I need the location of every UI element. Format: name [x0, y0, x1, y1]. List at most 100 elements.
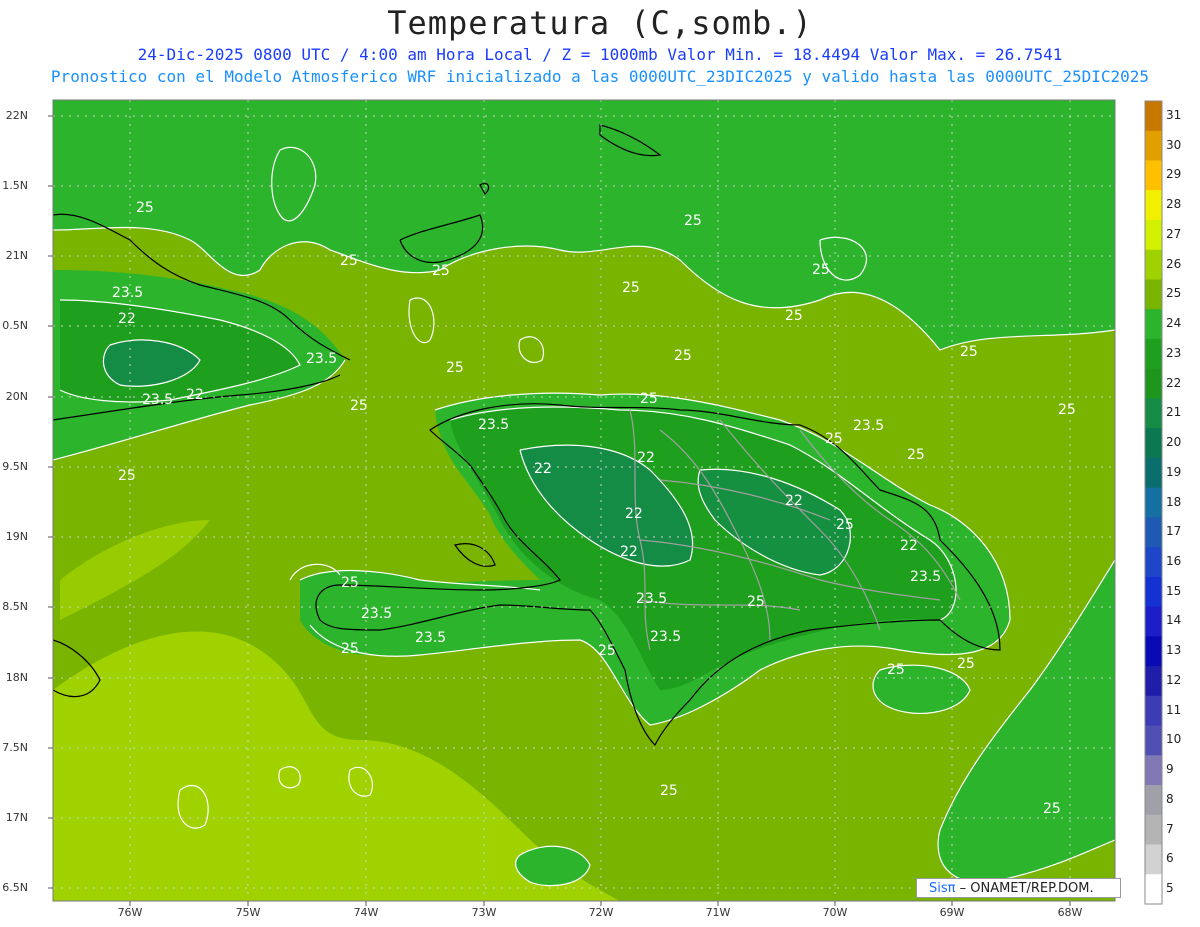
colorbar-swatch	[1145, 695, 1162, 727]
contour-label: 23.5	[415, 630, 446, 646]
contour-label: 22	[637, 450, 655, 466]
lat-label: 0.5N	[2, 319, 28, 332]
colorbar-label: 13	[1166, 643, 1182, 658]
lon-label: 70W	[822, 906, 848, 919]
lon-label: 72W	[588, 906, 614, 919]
contour-label: 23.5	[478, 417, 509, 433]
colorbar-label: 18	[1166, 494, 1182, 509]
colorbar-swatch	[1145, 160, 1162, 191]
lon-label: 76W	[117, 906, 143, 919]
colorbar-swatch	[1145, 666, 1162, 697]
lat-label: 9.5N	[2, 460, 28, 473]
colorbar-swatch	[1145, 190, 1162, 221]
lon-label: 71W	[705, 906, 731, 919]
contour-label: 22	[186, 387, 204, 403]
contour-label: 25	[1043, 801, 1061, 817]
contour-label: 23.5	[142, 392, 173, 408]
colorbar-swatch	[1145, 814, 1162, 846]
contour-label: 22	[118, 311, 136, 327]
colorbar-swatch	[1145, 606, 1162, 637]
contour-label: 25	[812, 262, 830, 278]
contour-label: 25	[684, 213, 702, 229]
credit-logo: Sisπ	[929, 881, 956, 896]
lat-label: 20N	[5, 390, 28, 403]
colorbar-label: 25	[1166, 286, 1182, 301]
lat-label: 1.5N	[2, 179, 28, 192]
colorbar-swatch	[1145, 219, 1162, 251]
colorbar-swatch	[1145, 785, 1162, 816]
colorbar-swatch	[1145, 398, 1162, 429]
colorbar-label: 16	[1166, 553, 1182, 568]
contour-label: 23.5	[306, 351, 337, 367]
contour-label: 25	[674, 348, 692, 364]
colorbar-label: 30	[1166, 137, 1182, 152]
lat-label: 19N	[5, 530, 28, 543]
lat-label: 18N	[5, 671, 28, 684]
colorbar-swatch	[1145, 636, 1162, 667]
lat-label: 7.5N	[2, 741, 28, 754]
lon-label: 73W	[471, 906, 497, 919]
contour-label: 25	[432, 263, 450, 279]
colorbar-label: 14	[1166, 613, 1182, 628]
colorbar-label: 7	[1166, 821, 1174, 836]
contour-label: 25	[836, 517, 854, 533]
contour-label: 25	[340, 253, 358, 269]
colorbar-label: 31	[1166, 107, 1182, 122]
colorbar-label: 15	[1166, 583, 1182, 598]
lat-label: 21N	[5, 249, 28, 262]
contour-label: 25	[640, 391, 658, 407]
contour-label: 23.5	[636, 591, 667, 607]
colorbar-label: 23	[1166, 345, 1182, 360]
contour-label: 25	[622, 280, 640, 296]
colorbar-label: 24	[1166, 316, 1182, 331]
colorbar-label: 20	[1166, 435, 1182, 450]
lon-label: 75W	[235, 906, 261, 919]
colorbar-swatch	[1145, 368, 1162, 399]
temperature-map: 252525252523.522252523.52223.52525 252525…	[48, 99, 1163, 906]
colorbar-label: 6	[1166, 851, 1174, 866]
colorbar-label: 9	[1166, 762, 1174, 777]
colorbar-swatch	[1145, 576, 1162, 608]
contour-label: 25	[957, 656, 975, 672]
colorbar-label: 5	[1166, 881, 1174, 896]
colorbar-label: 19	[1166, 464, 1182, 479]
contour-label: 22	[900, 538, 918, 554]
contour-label: 22	[625, 506, 643, 522]
map-field: 252525252523.522252523.52223.52525 252525…	[53, 100, 1115, 901]
colorbar-label: 10	[1166, 732, 1182, 747]
colorbar-swatch	[1145, 725, 1162, 756]
colorbar-swatch	[1145, 101, 1162, 132]
contour-label: 25	[785, 308, 803, 324]
colorbar-swatch	[1145, 249, 1162, 280]
lat-label: 6.5N	[2, 881, 28, 894]
contour-label: 25	[907, 447, 925, 463]
colorbar-label: 17	[1166, 524, 1182, 539]
colorbar-label: 21	[1166, 405, 1182, 420]
contour-label: 25	[136, 200, 154, 216]
colorbar-label: 26	[1166, 256, 1182, 271]
contour-label: 25	[825, 431, 843, 447]
credit-box: Sisπ – ONAMET/REP.DOM.	[916, 878, 1121, 898]
colorbar-swatch	[1145, 517, 1162, 548]
contour-label: 25	[341, 575, 359, 591]
colorbar-swatch	[1145, 279, 1162, 310]
contour-label: 25	[446, 360, 464, 376]
contour-label: 23.5	[853, 418, 884, 434]
contour-label: 23.5	[361, 606, 392, 622]
colorbar-swatch	[1145, 547, 1162, 578]
colorbar-label: 11	[1166, 702, 1182, 717]
colorbar-swatch	[1145, 457, 1162, 489]
contour-label: 22	[785, 493, 803, 509]
colorbar-swatch	[1145, 844, 1162, 875]
lon-label: 69W	[939, 906, 965, 919]
colorbar-label: 22	[1166, 375, 1182, 390]
colorbar-label: 12	[1166, 672, 1182, 687]
contour-label: 25	[341, 641, 359, 657]
contour-label: 25	[660, 783, 678, 799]
lon-label: 74W	[353, 906, 379, 919]
colorbar-swatch	[1145, 487, 1162, 518]
colorbar-label: 29	[1166, 167, 1182, 182]
colorbar-swatch	[1145, 874, 1162, 905]
contour-label: 23.5	[650, 629, 681, 645]
contour-label: 25	[1058, 402, 1076, 418]
